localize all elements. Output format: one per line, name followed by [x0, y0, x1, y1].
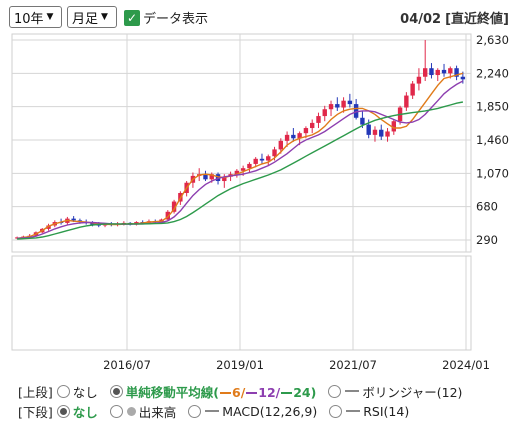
volume-swatch — [126, 406, 136, 416]
x-tick-label: 2019/01 — [216, 358, 264, 372]
macd-swatch — [205, 410, 220, 412]
candle-body — [347, 100, 353, 105]
ma24-label: 24 — [293, 384, 311, 400]
candle-body — [253, 158, 258, 164]
ma6-label: 6/ — [232, 384, 246, 400]
y-tick-label: 1,460 — [476, 133, 509, 147]
y-tick-label: 2,240 — [476, 66, 509, 80]
sma-close-paren: ) — [310, 384, 317, 400]
upper-indicator-row: [上段] なし 単純移動平均線( 6/12/24) ボリンジャー(12) — [18, 382, 462, 400]
grid — [11, 33, 472, 351]
ma12-label: 12/ — [258, 384, 281, 400]
candle-body — [303, 128, 309, 134]
candle-body — [404, 95, 409, 108]
rsi-swatch — [346, 410, 361, 412]
candle-body — [410, 83, 415, 96]
y-tick-label: 2,630 — [476, 33, 509, 47]
horizontal-gridlines — [12, 39, 471, 241]
candle-body — [278, 140, 284, 150]
candle-body — [284, 134, 290, 141]
lower-none-label[interactable]: なし — [73, 402, 98, 421]
volume-label[interactable]: 出来高 — [139, 402, 177, 421]
candle-body — [429, 68, 434, 76]
candle-body — [259, 158, 265, 161]
upper-sma-radio[interactable] — [109, 384, 123, 398]
candle-body — [441, 69, 447, 74]
y-axis-ticks: 2,630 2,240 1,850 1,460 1,070 680 290 — [476, 33, 509, 247]
x-tick-label: 2016/07 — [103, 358, 151, 372]
candle-body — [266, 156, 271, 161]
candle-body — [366, 124, 371, 135]
sma-label-text: 単純移動平均線( — [125, 384, 219, 400]
ma12-swatch — [246, 392, 258, 394]
lower-rsi-radio[interactable] — [329, 404, 343, 418]
candle-body — [247, 163, 252, 169]
lower-volume-radio[interactable] — [109, 404, 123, 418]
sma-label[interactable]: 単純移動平均線( 6/12/24) — [126, 382, 317, 401]
upper-label: [上段] — [18, 384, 53, 400]
candle-body — [328, 104, 334, 110]
candle-body — [291, 134, 296, 139]
candle-body — [448, 68, 453, 74]
lower-macd-radio[interactable] — [188, 404, 202, 418]
bollinger-swatch — [345, 390, 360, 392]
candle-body — [309, 122, 315, 129]
x-tick-label: 2021/07 — [329, 358, 377, 372]
candle-body — [335, 104, 340, 108]
candle-body — [422, 68, 428, 77]
lower-label: [下段] — [18, 404, 53, 420]
chart-frame — [11, 33, 472, 253]
upper-bollinger-radio[interactable] — [328, 384, 342, 398]
candle-body — [460, 76, 466, 80]
lower-indicator-row: [下段] なし 出来高 MACD(12,26,9) RSI(14) — [18, 402, 409, 420]
y-tick-label: 1,850 — [476, 100, 509, 114]
candle-body — [416, 76, 422, 84]
y-tick-label: 290 — [476, 233, 498, 247]
upper-none-label[interactable]: なし — [73, 382, 98, 401]
candle-body — [435, 69, 440, 76]
lower-panel-frame — [11, 255, 472, 351]
candle-body — [272, 149, 277, 157]
candle-body — [372, 129, 378, 135]
ma24-swatch — [281, 392, 293, 394]
candle-body — [385, 131, 390, 137]
candle-body — [360, 117, 365, 125]
x-axis-ticks: 2016/07 2019/01 2021/07 2024/01 — [103, 358, 490, 372]
rsi-label[interactable]: RSI(14) — [363, 404, 409, 419]
candle-body — [322, 109, 327, 117]
price-chart: 2,6302,2401,8501,4601,070680290 2016/07 2… — [11, 33, 509, 372]
lower-none-radio[interactable] — [56, 404, 70, 418]
y-tick-label: 680 — [476, 200, 498, 214]
bollinger-label[interactable]: ボリンジャー(12) — [362, 382, 462, 401]
y-tick-label: 1,070 — [476, 166, 509, 180]
candle-body — [316, 116, 321, 123]
vertical-gridlines — [126, 34, 467, 350]
candle-body — [71, 218, 76, 221]
candle-body — [379, 129, 384, 137]
ma6-swatch — [220, 392, 231, 394]
upper-none-radio[interactable] — [56, 384, 70, 398]
macd-label[interactable]: MACD(12,26,9) — [222, 404, 317, 419]
x-tick-label: 2024/01 — [442, 358, 490, 372]
candle-body — [341, 100, 346, 108]
